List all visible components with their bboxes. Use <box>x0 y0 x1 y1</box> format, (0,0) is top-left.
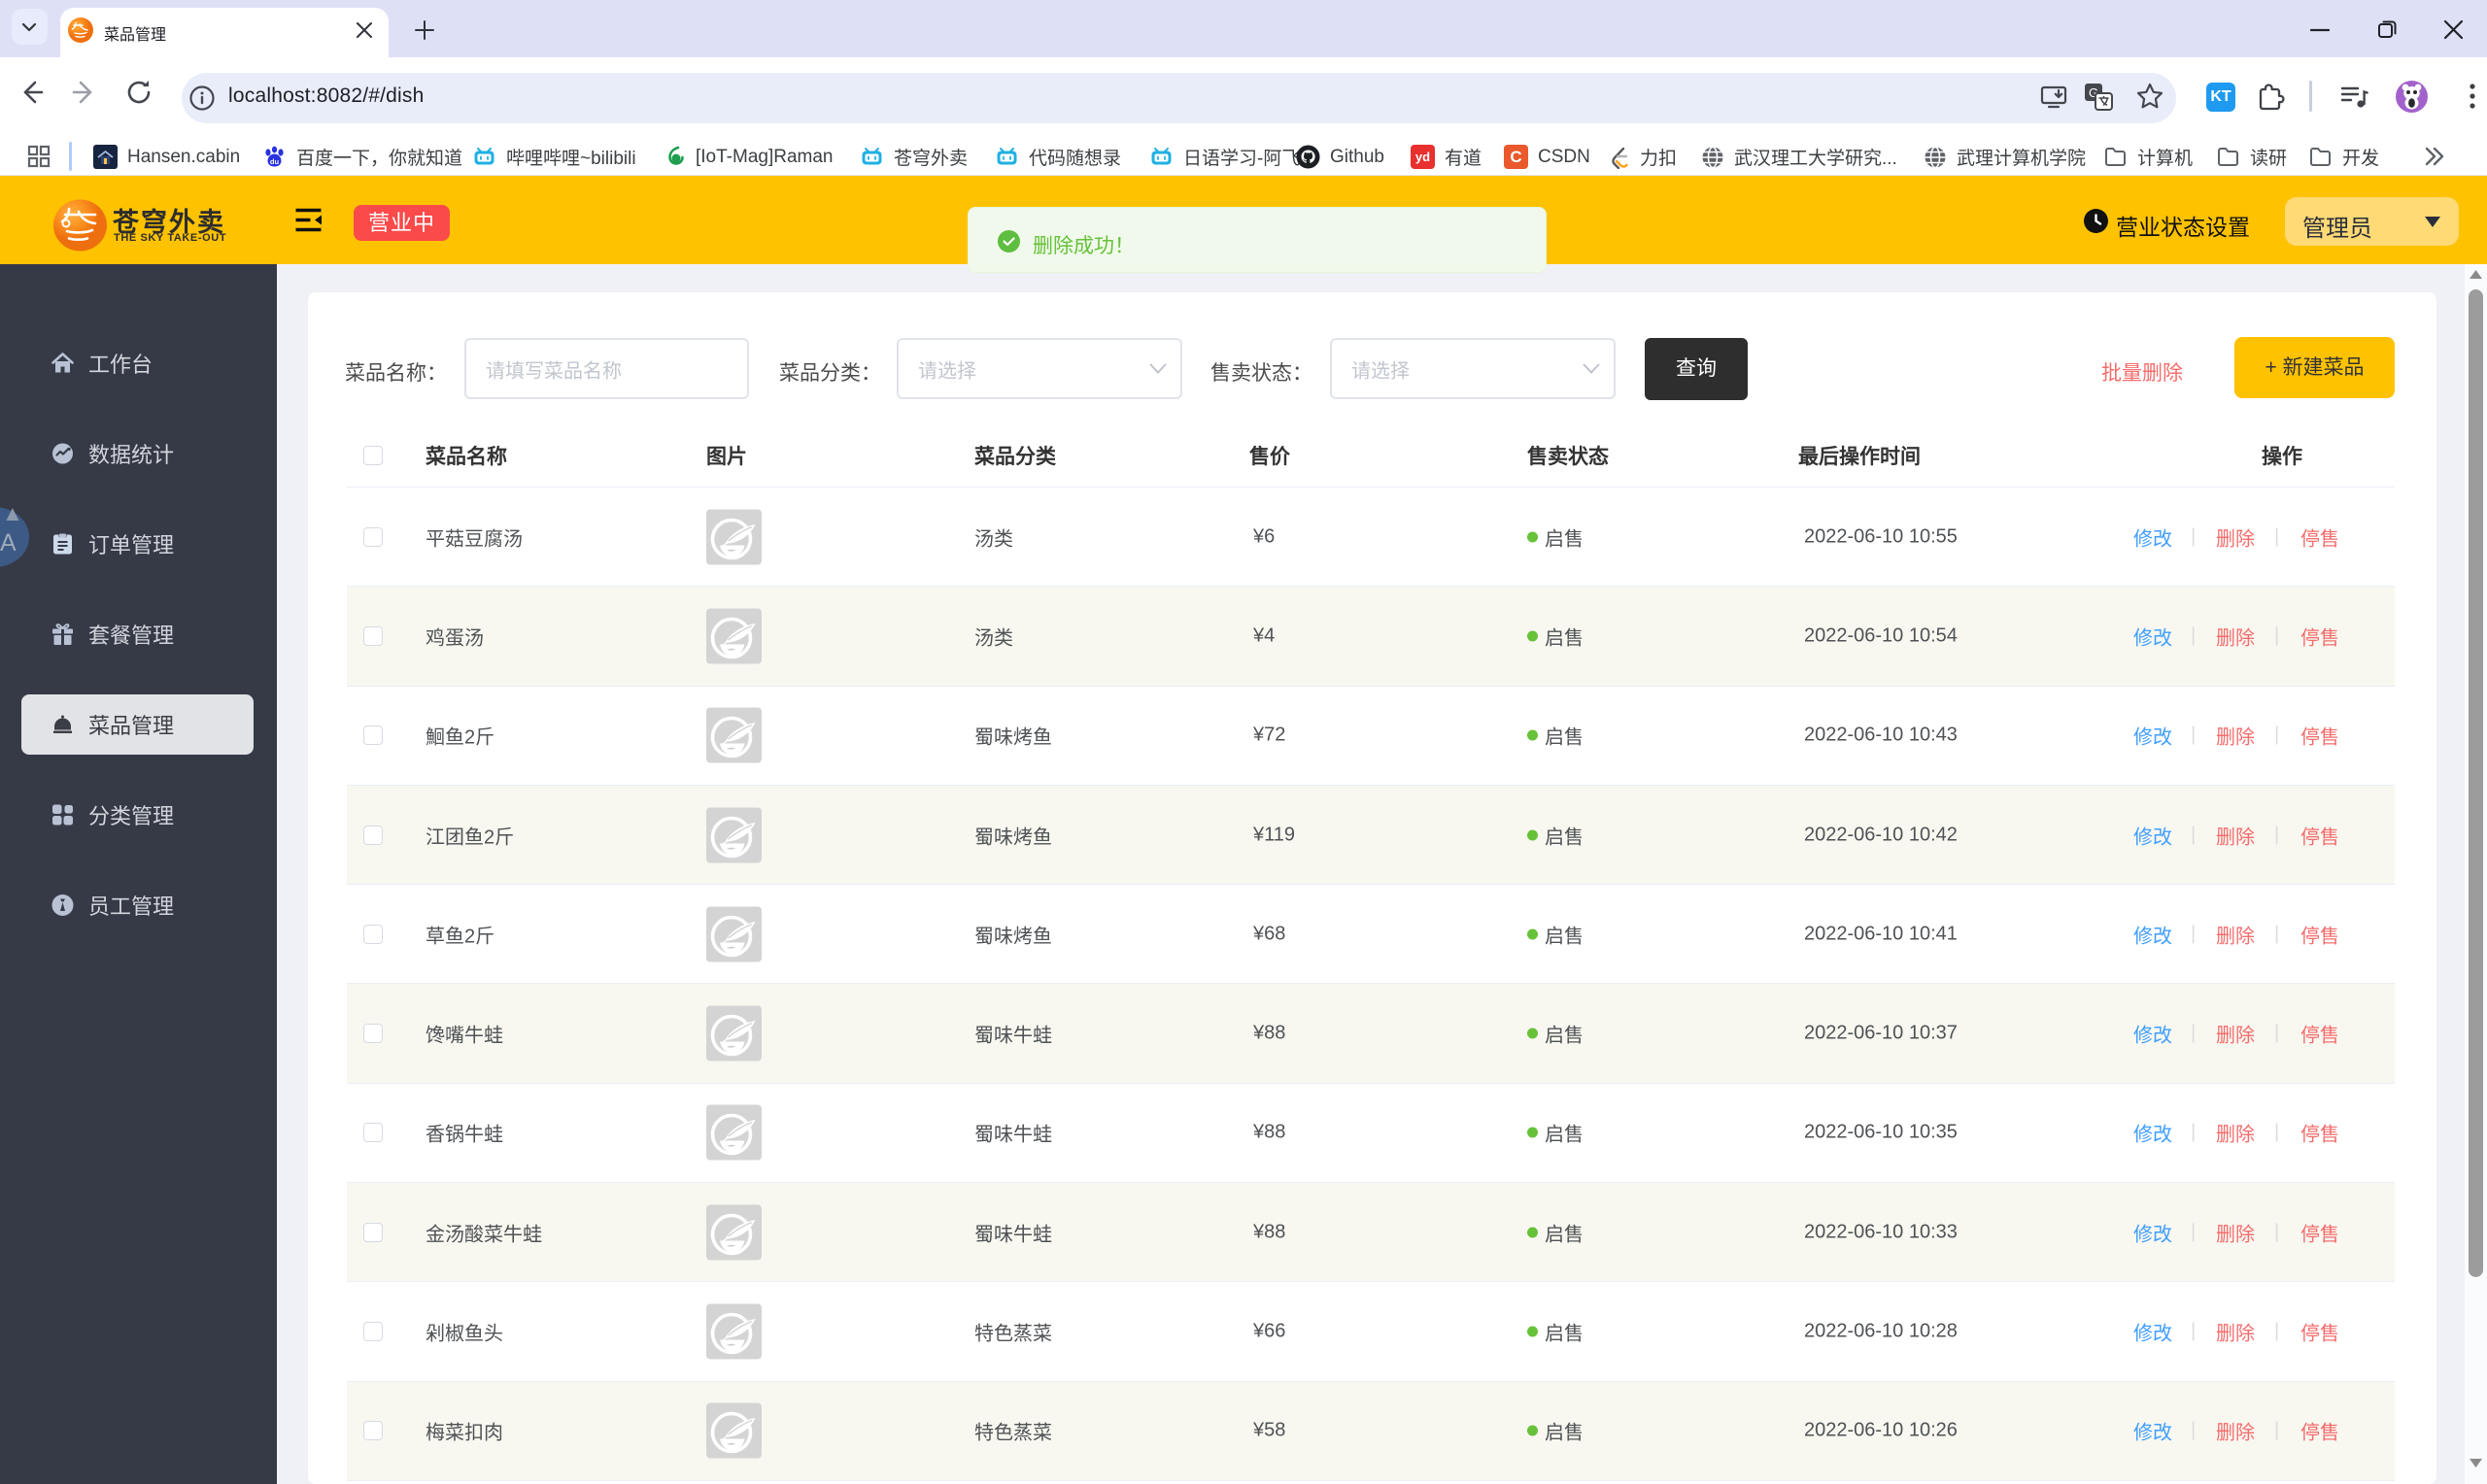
svg-text:du: du <box>270 157 280 166</box>
